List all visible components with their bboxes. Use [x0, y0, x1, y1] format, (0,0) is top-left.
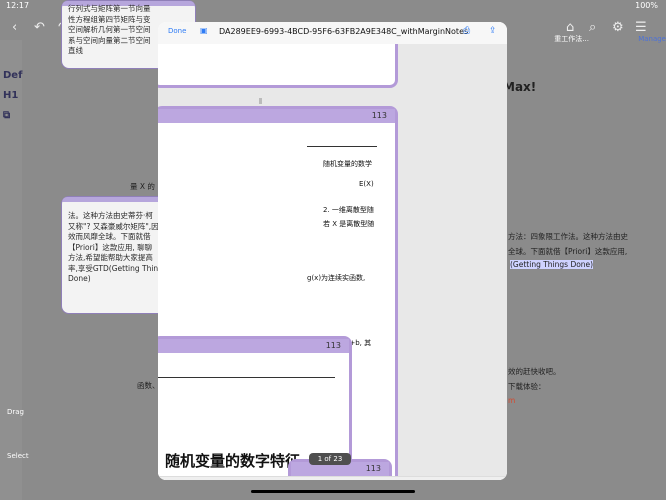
toolbar-icon-4[interactable]: ☰: [635, 20, 647, 35]
pdf-preview-modal: Done ▣ DA289EE9-6993-4BCD-95F6-63FB2A9E3…: [158, 22, 507, 480]
background-max: Max!: [503, 80, 537, 94]
page-divider: [259, 98, 262, 104]
page-text-3: 2. 一维离散型随: [323, 206, 374, 214]
duplicate-icon[interactable]: ⧉: [3, 110, 10, 121]
def-icon[interactable]: Def: [3, 70, 22, 81]
undo-icon[interactable]: ↶: [34, 20, 45, 35]
background-tab-label: 重工作法... Manage: [554, 34, 666, 44]
toolbar-icon-2[interactable]: ⌕: [589, 20, 596, 35]
page-rule: [307, 146, 377, 147]
modal-content: 113 随机变量的数学 E(X) 2. 一维离散型随 若 X 是离散型随 g(x…: [158, 44, 507, 480]
background-tab-text: 重工作法...: [554, 35, 589, 43]
status-battery: 100%: [635, 1, 658, 10]
modal-title: DA289EE9-6993-4BCD-95F6-63FB2A9E348C_wit…: [219, 27, 469, 36]
background-line-1: 方法：四象限工作法。这种方法由史: [508, 232, 628, 241]
h1-icon[interactable]: H1: [3, 90, 18, 101]
page-number: 113: [371, 111, 387, 120]
background-line-2: 全球。下面就借【Priori】这款应用,: [508, 247, 628, 256]
manage-link[interactable]: Manage: [638, 35, 666, 43]
background-line-3: (Getting Things Done): [510, 260, 594, 269]
home-indicator: [251, 490, 415, 493]
background-snippet-2: 函数、: [137, 381, 160, 390]
done-button[interactable]: Done: [168, 27, 186, 35]
background-line-6: m: [508, 396, 516, 405]
toolbar-icon-3[interactable]: ⚙: [612, 20, 624, 35]
page-rule: [158, 377, 335, 378]
drag-button[interactable]: Drag: [7, 408, 24, 416]
page-text-2: E(X): [359, 180, 374, 188]
page-header: 113: [158, 339, 349, 353]
modal-header: Done ▣ DA289EE9-6993-4BCD-95F6-63FB2A9E3…: [158, 22, 507, 45]
page-text-1: 随机变量的数学: [323, 160, 372, 168]
background-snippet-1: 量 X 的: [130, 182, 155, 191]
page-card-top: [158, 44, 398, 88]
document-icon[interactable]: ▣: [200, 26, 208, 35]
toolbar-icon-1[interactable]: ⌂: [566, 20, 574, 35]
background-line-4: 效的赶快收吧。: [508, 367, 561, 376]
left-rail: Def H1 ⧉ Drag Select: [0, 40, 29, 500]
print-icon[interactable]: ⎙: [463, 26, 470, 36]
page-heading: 随机变量的数字特征: [165, 452, 301, 470]
select-button[interactable]: Select: [7, 452, 29, 460]
share-icon[interactable]: ⇪: [489, 26, 497, 36]
background-card-1-text: 行列式与矩阵第一节向量 性方程组第四节矩阵与变 空间解析几何第一节空间 系与空间…: [68, 4, 151, 55]
page-indicator: 1 of 23: [309, 453, 351, 465]
thumbnail-bar: [158, 476, 507, 480]
page-text-5: g(x)为连续实函数,: [307, 274, 366, 282]
page-number: 113: [365, 464, 381, 473]
background-card-2-text: 法。这种方法由史蒂芬·柯 又称"? 又森豪威尔矩阵",因 效而风靡全球。下面就借…: [68, 211, 159, 283]
page-text-4: 若 X 是离散型随: [323, 220, 375, 228]
chevron-left-icon[interactable]: ‹: [12, 20, 17, 35]
page-number: 113: [325, 341, 341, 350]
page-header: 113: [158, 109, 395, 123]
background-line-5: 下载体验：: [508, 382, 546, 391]
status-time: 12:17: [6, 1, 30, 10]
